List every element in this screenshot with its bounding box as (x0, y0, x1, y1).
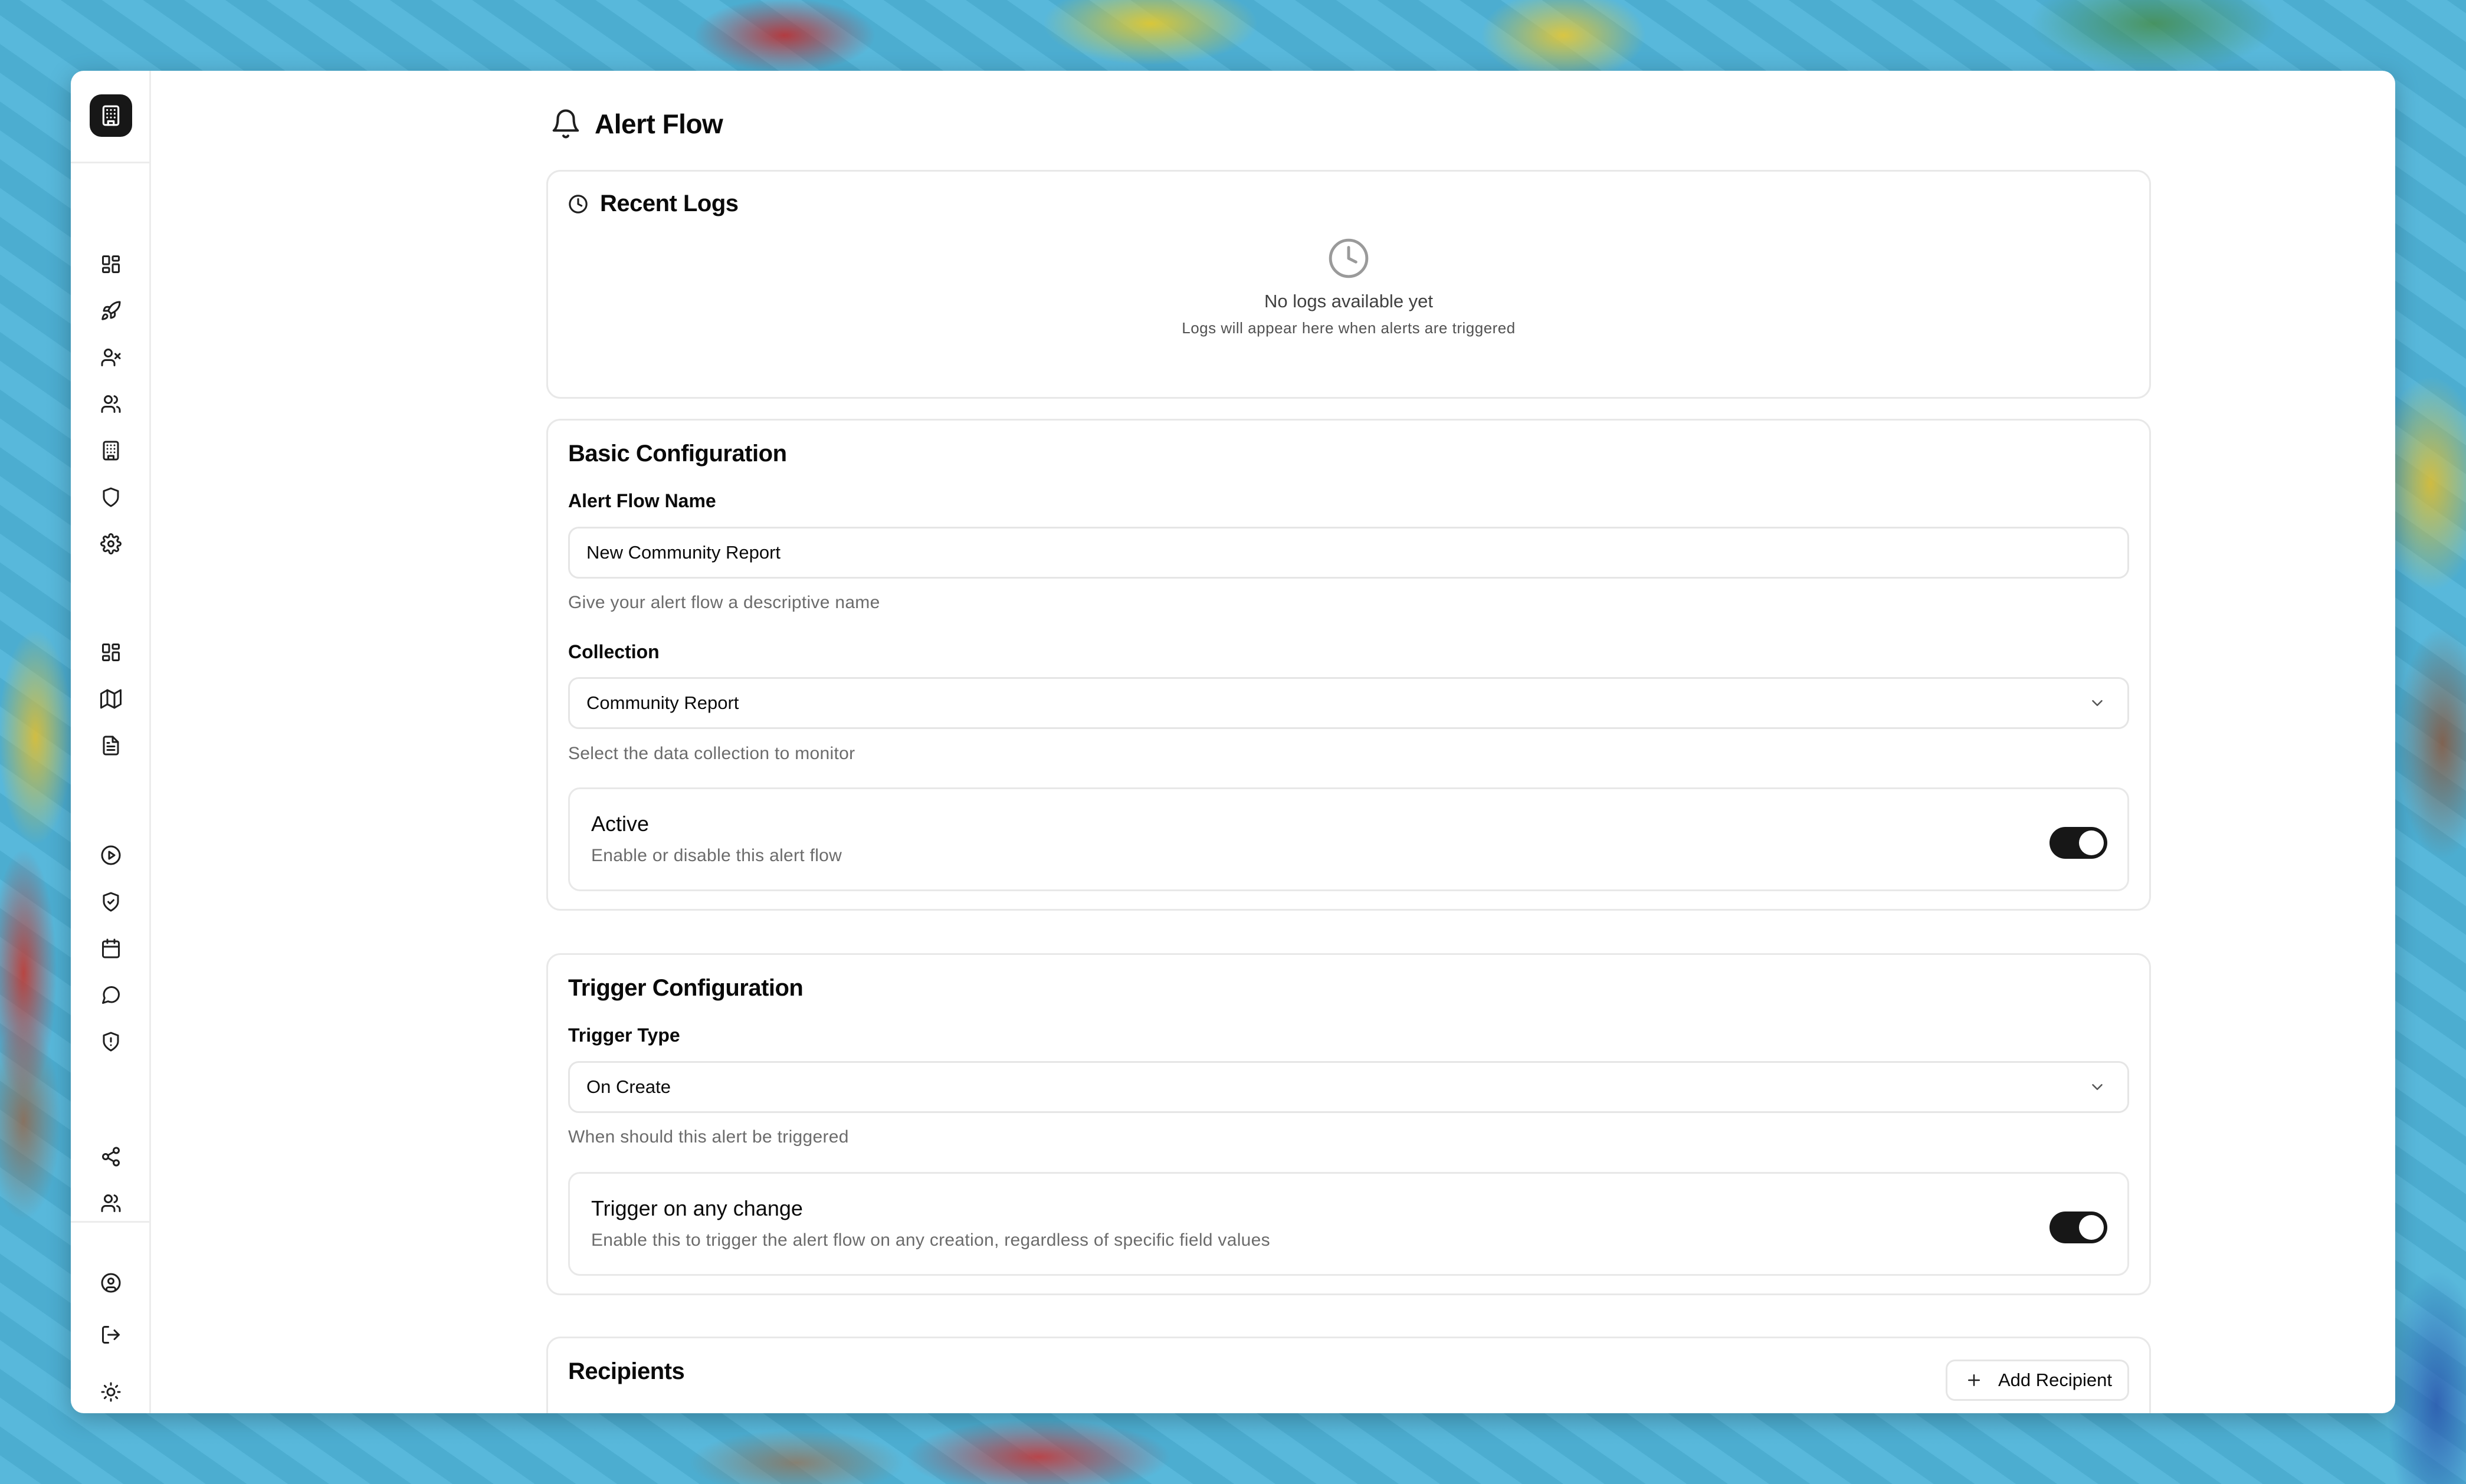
calendar-icon (102, 938, 120, 958)
nav-logout[interactable] (94, 1318, 127, 1351)
app-logo[interactable] (90, 94, 132, 137)
main-content: Alert Flow Recent Logs No logs available… (151, 71, 2395, 1413)
nav-blocked-users[interactable] (94, 341, 127, 374)
alert-flow-name-label: Alert Flow Name (568, 490, 716, 511)
nav-security[interactable] (94, 481, 127, 514)
recipients-title: Recipients (568, 1358, 685, 1384)
shield-alert-icon (103, 1032, 119, 1052)
empty-state: No logs available yet Logs will appear h… (548, 237, 2149, 337)
user-circle-icon (101, 1273, 121, 1293)
trigger-type-label: Trigger Type (568, 1025, 680, 1046)
logout-icon (102, 1326, 120, 1344)
rocket-icon (101, 301, 121, 320)
trigger-config-card: Trigger Configuration Trigger Type On Cr… (546, 953, 2151, 1295)
active-switch[interactable] (2049, 827, 2107, 859)
chevron-down-icon (2092, 1084, 2103, 1090)
recipients-card: Recipients Add Recipient (546, 1337, 2151, 1413)
building-icon (102, 105, 120, 126)
nav-launch[interactable] (94, 294, 127, 327)
add-recipient-label: Add Recipient (1998, 1370, 2112, 1390)
any-change-switch[interactable] (2049, 1212, 2107, 1243)
recent-logs-title: Recent Logs (600, 191, 739, 216)
nav-alerts[interactable] (94, 1025, 127, 1058)
nav-data-dashboard[interactable] (94, 636, 127, 669)
empty-state-subtitle: Logs will appear here when alerts are tr… (1182, 319, 1516, 337)
collection-select[interactable]: Community Report (568, 677, 2129, 729)
active-toggle-description: Enable or disable this alert flow (591, 846, 842, 865)
nav-organizations[interactable] (94, 434, 127, 467)
collection-select-value: Community Report (586, 692, 739, 713)
alert-flow-name-input[interactable]: New Community Report (568, 527, 2129, 579)
any-change-description: Enable this to trigger the alert flow on… (591, 1230, 1270, 1250)
nav-team[interactable] (94, 1187, 127, 1220)
nav-dashboard[interactable] (94, 248, 127, 281)
share-icon (102, 1147, 120, 1167)
file-text-icon (103, 736, 119, 756)
app-window: Alert Flow Recent Logs No logs available… (71, 71, 2395, 1413)
theme-toggle[interactable] (94, 1375, 127, 1409)
nav-actions[interactable] (94, 839, 127, 872)
nav-calendar[interactable] (94, 932, 127, 965)
sun-icon (101, 1382, 121, 1402)
nav-settings[interactable] (94, 527, 127, 560)
basic-config-card: Basic Configuration Alert Flow Name New … (546, 419, 2151, 911)
sidebar-divider (71, 162, 149, 163)
any-change-title: Trigger on any change (591, 1196, 803, 1220)
add-recipient-button[interactable]: Add Recipient (1945, 1360, 2129, 1401)
sidebar-divider (71, 1221, 149, 1223)
nav-messages[interactable] (94, 979, 127, 1012)
plus-icon (1967, 1374, 1980, 1386)
gear-icon (100, 533, 122, 554)
dashboard-icon (102, 643, 120, 661)
active-toggle-card: Active Enable or disable this alert flow (568, 787, 2129, 891)
nav-verified[interactable] (94, 885, 127, 918)
basic-config-title: Basic Configuration (568, 441, 787, 467)
nav-users[interactable] (94, 388, 127, 421)
shield-icon (103, 487, 119, 507)
page-header: Alert Flow (546, 94, 723, 153)
nav-reports[interactable] (94, 729, 127, 762)
alert-flow-name-help: Give your alert flow a descriptive name (568, 593, 880, 612)
user-x-icon (101, 349, 121, 366)
empty-state-title: No logs available yet (1264, 291, 1434, 311)
shield-check-icon (103, 892, 119, 912)
any-change-toggle-card: Trigger on any change Enable this to tri… (568, 1172, 2129, 1276)
nav-map[interactable] (94, 682, 127, 715)
clock-icon (569, 194, 588, 214)
dashboard-icon (102, 255, 120, 273)
sidebar (71, 71, 151, 1413)
page-title: Alert Flow (595, 109, 723, 139)
play-circle-icon (101, 845, 121, 865)
nav-profile[interactable] (94, 1266, 127, 1299)
message-circle-icon (102, 986, 120, 1004)
active-toggle-title: Active (591, 812, 650, 836)
trigger-type-value: On Create (586, 1076, 671, 1097)
recent-logs-header: Recent Logs (568, 191, 739, 217)
collection-help: Select the data collection to monitor (568, 744, 855, 763)
nav-share[interactable] (94, 1140, 127, 1173)
users-icon (101, 1194, 121, 1212)
map-icon (100, 689, 122, 709)
chevron-down-icon (2092, 700, 2103, 706)
bell-icon (552, 109, 579, 139)
trigger-config-title: Trigger Configuration (568, 975, 804, 1001)
building-icon (103, 441, 119, 461)
trigger-type-help: When should this alert be triggered (568, 1127, 849, 1147)
clock-icon (1329, 238, 1369, 278)
recent-logs-card: Recent Logs No logs available yet Logs w… (546, 170, 2151, 399)
trigger-type-select[interactable]: On Create (568, 1061, 2129, 1113)
users-icon (101, 395, 121, 413)
collection-label: Collection (568, 641, 660, 662)
